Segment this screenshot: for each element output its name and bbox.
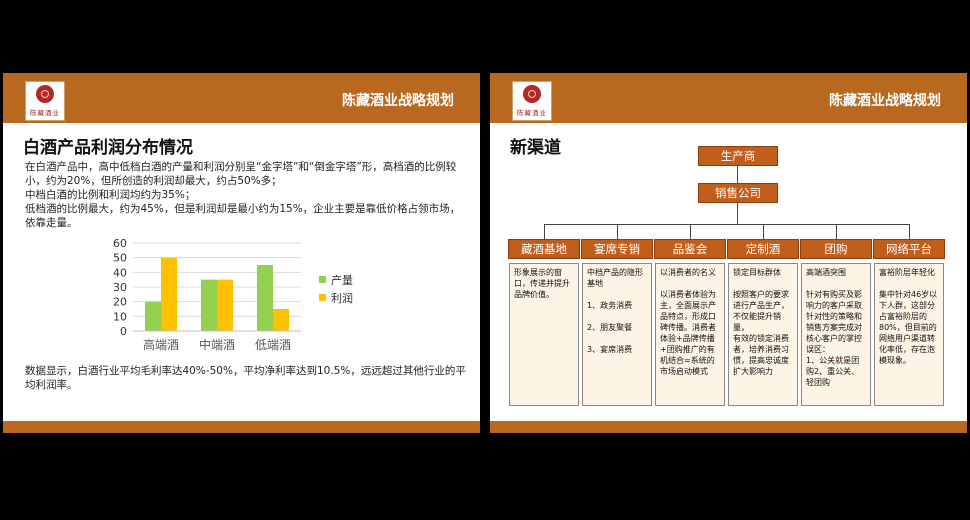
channel-detail-text: 锁定目标群体 按照客户的要求进行产品生产，不仅能提升销量， 有效的锁定消费者，培… bbox=[733, 268, 789, 376]
connector-line bbox=[544, 224, 909, 225]
bar-output bbox=[201, 279, 217, 331]
channel-header-banquet: 宴席专销 bbox=[581, 239, 653, 259]
legend-label: 产量 bbox=[331, 273, 353, 287]
producer-node: 生产商 bbox=[698, 146, 778, 166]
bar-profit bbox=[273, 309, 289, 331]
slide-footer-bar bbox=[490, 421, 967, 433]
summary-paragraph: 数据显示，白酒行业平均毛利率达40%-50%，平均净利率达到10.5%，远远超过… bbox=[25, 365, 466, 391]
slide-title: 新渠道 bbox=[510, 138, 561, 158]
channel-detail: 形象展示的窗口，传递并提升品牌价值。 bbox=[509, 263, 579, 406]
profit-bar-chart: 0 1020 30 4050 60 高端酒 中端酒 低端酒 产量利润 bbox=[113, 237, 353, 352]
connector-line bbox=[737, 203, 738, 224]
channel-detail: 中档产品的隐形基地 1、政务消费 2、朋友聚餐 3、宴席消费 bbox=[582, 263, 652, 406]
channel-detail: 高端酒突围 针对有购买及影响力的客户采取针对性的策略和销售方案完成对核心客户的掌… bbox=[801, 263, 871, 406]
bar-profit bbox=[161, 257, 177, 331]
legend-swatch bbox=[319, 294, 326, 301]
channel-detail-text: 以消费者的名义 以消费者体验为主，全面展示产品特点，形成口碑传播。消费者体验+品… bbox=[660, 268, 716, 376]
x-tick-label: 高端酒 bbox=[143, 337, 179, 352]
connector-line bbox=[690, 224, 691, 239]
channel-detail: 富裕阶层年轻化 集中针对46岁以下人群，这部分占富裕阶层的80%，但目前的网络用… bbox=[874, 263, 944, 406]
channel-detail-text: 高端酒突围 针对有购买及影响力的客户采取针对性的策略和销售方案完成对核心客户的掌… bbox=[806, 268, 862, 387]
y-tick-label: 10 bbox=[113, 310, 127, 323]
header-title: 陈藏酒业战略规划 bbox=[829, 93, 941, 109]
connector-line bbox=[836, 224, 837, 239]
slide-title: 白酒产品利润分布情况 bbox=[23, 138, 193, 158]
brand-logo: 陈藏酒业 bbox=[25, 81, 65, 121]
slide-header: 陈藏酒业 陈藏酒业战略规划 bbox=[490, 73, 967, 123]
bar-profit bbox=[217, 279, 233, 331]
slide-new-channels: 陈藏酒业 陈藏酒业战略规划 新渠道 生产商 销售公司 藏酒基地 形象展示的窗口，… bbox=[490, 73, 967, 433]
y-tick-label: 20 bbox=[113, 296, 127, 309]
y-tick-label: 60 bbox=[113, 237, 127, 250]
channel-detail: 锁定目标群体 按照客户的要求进行产品生产，不仅能提升销量， 有效的锁定消费者，培… bbox=[728, 263, 798, 406]
channel-detail-text: 中档产品的隐形基地 1、政务消费 2、朋友聚餐 3、宴席消费 bbox=[587, 268, 643, 354]
slide-footer-bar bbox=[3, 421, 480, 433]
x-tick-label: 中端酒 bbox=[199, 337, 235, 352]
brand-logo: 陈藏酒业 bbox=[512, 81, 552, 121]
legend-swatch bbox=[319, 276, 326, 283]
connector-line bbox=[763, 224, 764, 239]
channel-header-group-buy: 团购 bbox=[800, 239, 872, 259]
slide-profit-distribution: 陈藏酒业 陈藏酒业战略规划 白酒产品利润分布情况 在白酒产品中，高中低档白酒的产… bbox=[3, 73, 480, 433]
sales-company-node: 销售公司 bbox=[698, 183, 778, 203]
channel-header-collection-base: 藏酒基地 bbox=[508, 239, 580, 259]
x-tick-label: 低端酒 bbox=[255, 338, 291, 352]
channel-header-tasting: 品鉴会 bbox=[654, 239, 726, 259]
bar-output bbox=[257, 265, 273, 331]
legend-label: 利润 bbox=[331, 291, 353, 305]
channel-header-online: 网络平台 bbox=[873, 239, 945, 259]
seal-icon bbox=[523, 85, 541, 103]
y-tick-label: 0 bbox=[120, 325, 127, 338]
connector-line bbox=[544, 224, 545, 239]
connector-line bbox=[617, 224, 618, 239]
header-title: 陈藏酒业战略规划 bbox=[342, 93, 454, 109]
y-tick-label: 40 bbox=[113, 266, 127, 279]
seal-icon bbox=[36, 85, 54, 103]
connector-line bbox=[737, 166, 738, 183]
bar-output bbox=[145, 301, 161, 331]
intro-paragraph: 在白酒产品中，高中低档白酒的产量和利润分别呈“金字塔”和“倒金字塔”形，高档酒的… bbox=[25, 161, 461, 229]
y-tick-label: 30 bbox=[113, 281, 127, 294]
channel-detail: 以消费者的名义 以消费者体验为主，全面展示产品特点，形成口碑传播。消费者体验+品… bbox=[655, 263, 725, 406]
channel-detail-text: 形象展示的窗口，传递并提升品牌价值。 bbox=[514, 268, 570, 299]
channel-detail-text: 富裕阶层年轻化 集中针对46岁以下人群，这部分占富裕阶层的80%，但目前的网络用… bbox=[879, 268, 938, 365]
logo-text: 陈藏酒业 bbox=[517, 109, 547, 117]
logo-text: 陈藏酒业 bbox=[30, 109, 60, 117]
slide-header: 陈藏酒业 陈藏酒业战略规划 bbox=[3, 73, 480, 123]
connector-line bbox=[909, 224, 910, 239]
y-tick-label: 50 bbox=[113, 252, 127, 265]
channel-header-custom: 定制酒 bbox=[727, 239, 799, 259]
